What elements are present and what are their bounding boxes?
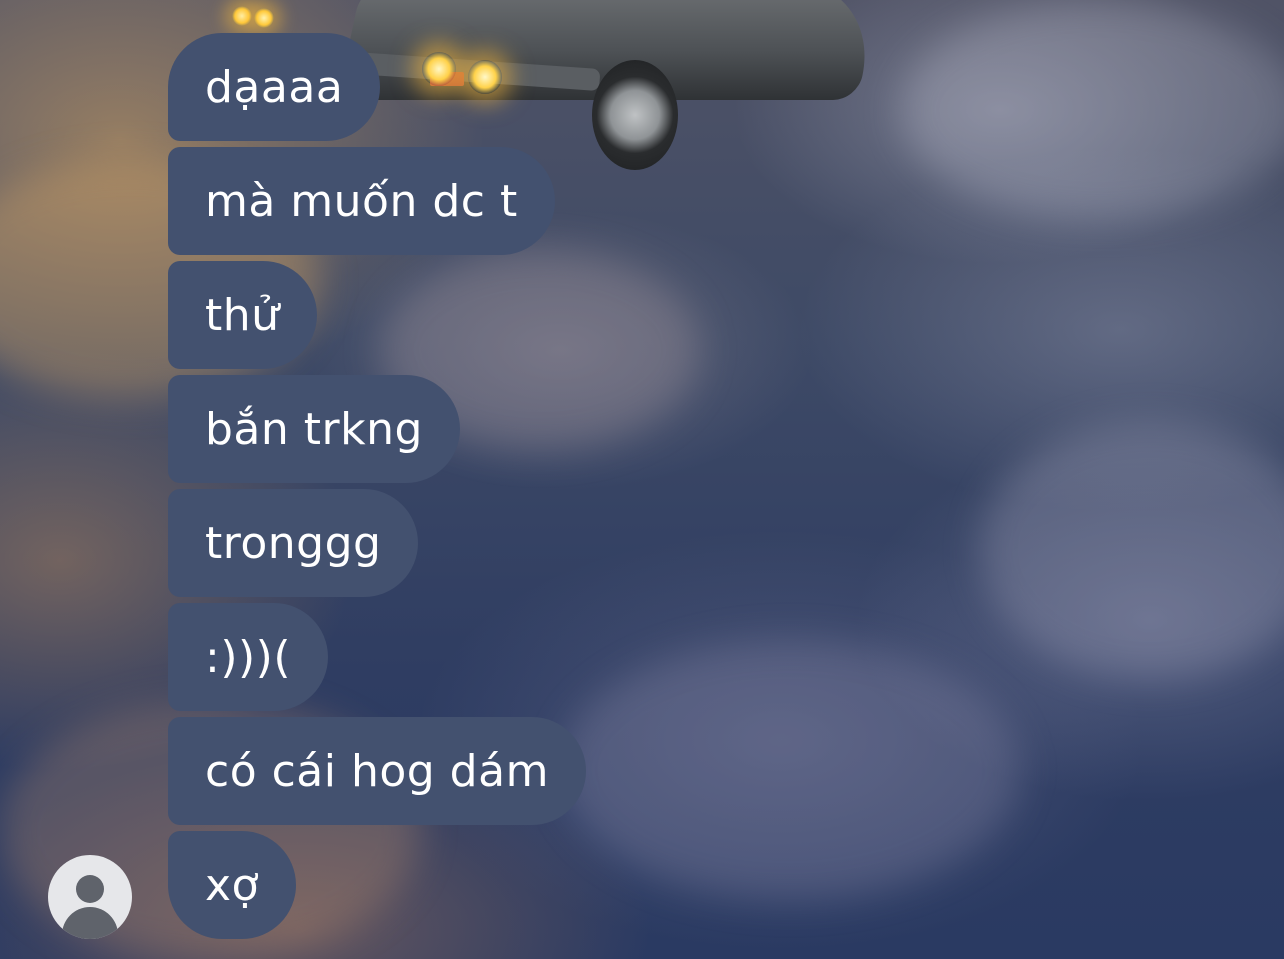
message-text: :)))(	[205, 631, 291, 683]
car-headlight-right	[468, 60, 502, 94]
message-text: mà muốn dc t	[205, 175, 518, 227]
message-bubble[interactable]: mà muốn dc t	[168, 147, 555, 255]
wallpaper-light-1	[232, 6, 252, 26]
wallpaper-car-image	[330, 0, 890, 170]
car-headlight-left	[422, 52, 456, 86]
avatar-head	[76, 875, 104, 903]
wallpaper-light-2	[254, 8, 274, 28]
message-bubble[interactable]: :)))(	[168, 603, 328, 711]
default-user-avatar-icon[interactable]	[48, 855, 132, 939]
message-text: có cái hog dám	[205, 745, 549, 797]
message-text: thử	[205, 289, 280, 341]
message-bubble[interactable]: có cái hog dám	[168, 717, 586, 825]
car-wheel	[592, 60, 678, 170]
message-text: bắn trkng	[205, 403, 423, 455]
message-bubble[interactable]: xợ	[168, 831, 296, 939]
message-bubble[interactable]: thử	[168, 261, 317, 369]
message-text: tronggg	[205, 517, 382, 569]
message-bubble[interactable]: dạaaa	[168, 33, 381, 141]
message-bubble[interactable]: tronggg	[168, 489, 419, 597]
message-text: xợ	[205, 859, 259, 911]
message-text: dạaaa	[205, 61, 344, 113]
avatar-shoulders	[62, 907, 118, 939]
message-bubble[interactable]: bắn trkng	[168, 375, 460, 483]
